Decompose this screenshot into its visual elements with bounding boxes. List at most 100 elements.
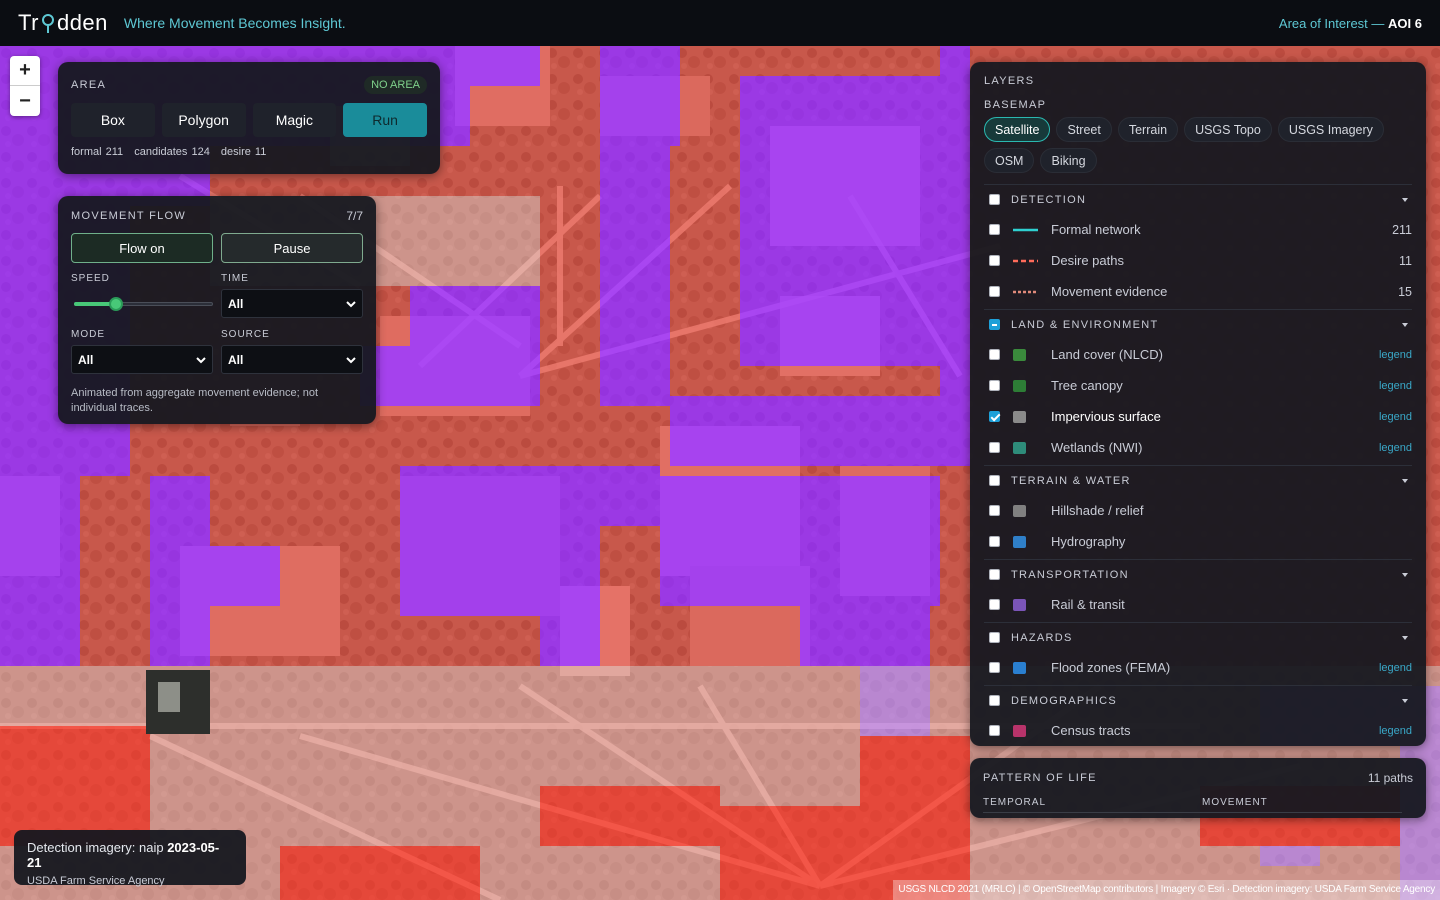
imagery-line: Detection imagery: naip 2023-05-21 xyxy=(27,840,233,870)
layer-formal-network[interactable]: Formal network 211 xyxy=(984,214,1412,245)
flood-zones-checkbox[interactable] xyxy=(989,662,1000,673)
group-terrain-water[interactable]: TERRAIN & WATER xyxy=(984,466,1412,495)
basemap-street[interactable]: Street xyxy=(1056,117,1112,142)
source-label: SOURCE xyxy=(221,329,270,340)
polygon-button[interactable]: Polygon xyxy=(161,103,246,137)
movement-evidence-count: 15 xyxy=(1398,284,1412,299)
land-title: LAND & ENVIRONMENT xyxy=(1011,318,1159,331)
basemap-biking[interactable]: Biking xyxy=(1040,148,1097,173)
census-tracts-checkbox[interactable] xyxy=(989,725,1000,736)
layer-census-tracts[interactable]: Census tracts legend xyxy=(984,715,1412,746)
land-cover-legend-link[interactable]: legend xyxy=(1379,349,1412,361)
purple-square-swatch-icon xyxy=(1013,598,1038,611)
wetlands-checkbox[interactable] xyxy=(989,442,1000,453)
green-square-swatch-icon xyxy=(1013,348,1038,361)
layer-land-cover[interactable]: Land cover (NLCD) legend xyxy=(984,339,1412,370)
brand-logo[interactable]: Tr dden xyxy=(18,10,108,36)
transport-title: TRANSPORTATION xyxy=(1011,568,1129,581)
caret-down-icon[interactable] xyxy=(1401,478,1409,484)
zoom-in-button[interactable]: + xyxy=(10,56,40,86)
land-cover-label: Land cover (NLCD) xyxy=(1051,347,1163,362)
group-transportation[interactable]: TRANSPORTATION xyxy=(984,560,1412,589)
mode-label: MODE xyxy=(71,329,105,340)
tree-canopy-checkbox[interactable] xyxy=(989,380,1000,391)
layer-hillshade[interactable]: Hillshade / relief xyxy=(984,495,1412,526)
terrain-group-checkbox[interactable] xyxy=(989,475,1000,486)
tab-movement[interactable]: MOVEMENT xyxy=(1202,797,1402,813)
demographics-title: DEMOGRAPHICS xyxy=(1011,694,1118,707)
time-select[interactable]: All xyxy=(221,289,363,318)
box-button[interactable]: Box xyxy=(71,103,155,137)
run-button[interactable]: Run xyxy=(343,103,427,137)
impervious-surface-label: Impervious surface xyxy=(1051,409,1161,424)
movement-evidence-checkbox[interactable] xyxy=(989,286,1000,297)
land-group-checkbox[interactable] xyxy=(989,319,1000,330)
hydrography-checkbox[interactable] xyxy=(989,536,1000,547)
caret-down-icon[interactable] xyxy=(1401,322,1409,328)
group-hazards[interactable]: HAZARDS xyxy=(984,623,1412,652)
desire-paths-checkbox[interactable] xyxy=(989,255,1000,266)
group-detection[interactable]: DETECTION xyxy=(984,185,1412,214)
layer-flood-zones[interactable]: Flood zones (FEMA) legend xyxy=(984,652,1412,683)
hazards-group-checkbox[interactable] xyxy=(989,632,1000,643)
land-cover-checkbox[interactable] xyxy=(989,349,1000,360)
census-tracts-legend-link[interactable]: legend xyxy=(1379,725,1412,737)
basemap-chips: Satellite Street Terrain USGS Topo USGS … xyxy=(984,117,1412,173)
imagery-prefix: Detection imagery: naip xyxy=(27,840,164,855)
group-land-environment[interactable]: LAND & ENVIRONMENT xyxy=(984,310,1412,339)
stat-candidates: candidates 124 xyxy=(134,146,210,158)
layer-hydrography[interactable]: Hydrography xyxy=(984,526,1412,557)
flood-zones-legend-link[interactable]: legend xyxy=(1379,662,1412,674)
pattern-title: PATTERN OF LIFE xyxy=(983,772,1097,784)
basemap-usgs-imagery[interactable]: USGS Imagery xyxy=(1277,117,1384,142)
basemap-terrain[interactable]: Terrain xyxy=(1117,117,1179,142)
basemap-satellite[interactable]: Satellite xyxy=(984,117,1051,142)
layer-impervious-surface[interactable]: Impervious surface legend xyxy=(984,401,1412,432)
caret-down-icon[interactable] xyxy=(1401,635,1409,641)
impervious-surface-legend-link[interactable]: legend xyxy=(1379,411,1412,423)
teal-square-swatch-icon xyxy=(1013,441,1038,454)
flow-on-button[interactable]: Flow on xyxy=(71,233,213,263)
rail-transit-checkbox[interactable] xyxy=(989,599,1000,610)
formal-network-checkbox[interactable] xyxy=(989,224,1000,235)
zoom-out-button[interactable]: − xyxy=(10,86,40,116)
layer-tree-canopy[interactable]: Tree canopy legend xyxy=(984,370,1412,401)
pause-button[interactable]: Pause xyxy=(221,233,363,263)
chevron-down-icon xyxy=(346,356,356,363)
source-select[interactable]: All xyxy=(221,345,363,374)
speed-handle[interactable] xyxy=(108,297,123,311)
layer-movement-evidence[interactable]: Movement evidence 15 xyxy=(984,276,1412,307)
group-demographics[interactable]: DEMOGRAPHICS xyxy=(984,686,1412,715)
terrain-title: TERRAIN & WATER xyxy=(1011,474,1131,487)
layer-wetlands[interactable]: Wetlands (NWI) legend xyxy=(984,432,1412,463)
tree-canopy-legend-link[interactable]: legend xyxy=(1379,380,1412,392)
layer-rail-transit[interactable]: Rail & transit xyxy=(984,589,1412,620)
flow-title: MOVEMENT FLOW xyxy=(71,210,187,222)
demographics-group-checkbox[interactable] xyxy=(989,695,1000,706)
tab-temporal[interactable]: TEMPORAL xyxy=(983,797,1202,813)
basemap-osm[interactable]: OSM xyxy=(984,148,1035,173)
movement-evidence-label: Movement evidence xyxy=(1051,284,1168,299)
area-panel: AREA NO AREA Box Polygon Magic Run forma… xyxy=(58,62,440,174)
mode-select[interactable]: All xyxy=(71,345,213,374)
basemap-usgs-topo[interactable]: USGS Topo xyxy=(1184,117,1272,142)
magic-button[interactable]: Magic xyxy=(252,103,337,137)
impervious-surface-checkbox[interactable] xyxy=(989,411,1000,422)
source-value: All xyxy=(228,352,244,367)
speed-slider[interactable] xyxy=(71,289,213,318)
transport-group-checkbox[interactable] xyxy=(989,569,1000,580)
wetlands-legend-link[interactable]: legend xyxy=(1379,442,1412,454)
desire-paths-count: 11 xyxy=(1399,253,1412,268)
map-attribution[interactable]: USGS NLCD 2021 (MRLC) | © OpenStreetMap … xyxy=(893,880,1440,900)
tree-canopy-label: Tree canopy xyxy=(1051,378,1123,393)
caret-down-icon[interactable] xyxy=(1401,197,1409,203)
green-square-swatch-icon xyxy=(1013,379,1038,392)
detection-group-checkbox[interactable] xyxy=(989,194,1000,205)
layer-desire-paths[interactable]: Desire paths 11 xyxy=(984,245,1412,276)
chevron-down-icon xyxy=(196,356,206,363)
caret-down-icon[interactable] xyxy=(1401,698,1409,704)
hillshade-checkbox[interactable] xyxy=(989,505,1000,516)
gray-square-swatch-icon xyxy=(1013,410,1038,423)
caret-down-icon[interactable] xyxy=(1401,572,1409,578)
wetlands-label: Wetlands (NWI) xyxy=(1051,440,1143,455)
